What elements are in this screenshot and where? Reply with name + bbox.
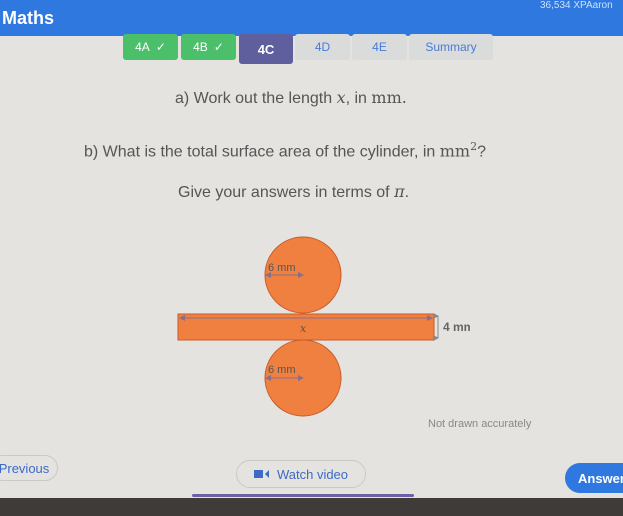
height-label: 4 mm [443, 320, 470, 334]
unit: mm. [371, 88, 407, 107]
video-camera-lens-icon [264, 470, 269, 478]
instruction: Give your answers in terms of π. [178, 182, 409, 202]
screen-bezel [0, 498, 623, 516]
bottom-radius-label: 6 mm [268, 364, 296, 376]
question-part-a: a) Work out the length x, in mm. [175, 88, 407, 108]
tab-label: Summary [425, 40, 477, 54]
text: ? [477, 143, 486, 161]
task-tabs: 4A ✓ 4B ✓ 4C 4D 4E Summary [0, 30, 623, 64]
xp-counter: 36,534 XP [540, 0, 587, 11]
check-icon: ✓ [155, 40, 166, 54]
answer-button[interactable]: Answer [565, 463, 623, 493]
length-label: x [300, 322, 307, 335]
video-camera-icon [253, 470, 263, 478]
tab-label: 4A [135, 40, 150, 54]
tab-4c[interactable]: 4C [239, 34, 293, 64]
tab-summary[interactable]: Summary [409, 34, 493, 60]
text: Give your answers in terms of [178, 184, 395, 201]
tab-label: 4C [257, 41, 275, 57]
pi-symbol: π [394, 182, 405, 201]
progress-bar [192, 494, 414, 497]
top-radius-label: 6 mm [268, 262, 296, 274]
watch-video-button[interactable]: Watch video [236, 460, 366, 488]
user-name[interactable]: Aaron [586, 0, 613, 11]
tab-label: 4B [193, 40, 208, 54]
watch-video-label: Watch video [276, 466, 349, 482]
not-drawn-accurately-note: Not drawn accurately [428, 418, 532, 430]
tab-4d[interactable]: 4D [295, 34, 350, 60]
answer-label: Answer [578, 470, 623, 486]
tab-label: 4E [372, 40, 387, 54]
text: , in [345, 90, 372, 107]
check-icon: ✓ [213, 40, 224, 54]
tab-4b[interactable]: 4B ✓ [181, 34, 236, 60]
cylinder-net-diagram: 6 mm x 4 mm 6 mm [177, 236, 470, 417]
previous-button[interactable]: Previous [0, 455, 58, 481]
text: . [404, 184, 410, 201]
text: b) What is the total surface area of the… [84, 143, 440, 161]
tab-4a[interactable]: 4A ✓ [123, 34, 178, 60]
question-part-b: b) What is the total surface area of the… [84, 140, 486, 161]
previous-label: Previous [0, 460, 50, 476]
tab-4e[interactable]: 4E [352, 34, 407, 60]
variable: x [336, 88, 346, 107]
tab-label: 4D [314, 40, 331, 54]
app-title: Maths [2, 8, 55, 28]
text: a) Work out the length [175, 90, 337, 107]
unit: mm [439, 141, 471, 161]
